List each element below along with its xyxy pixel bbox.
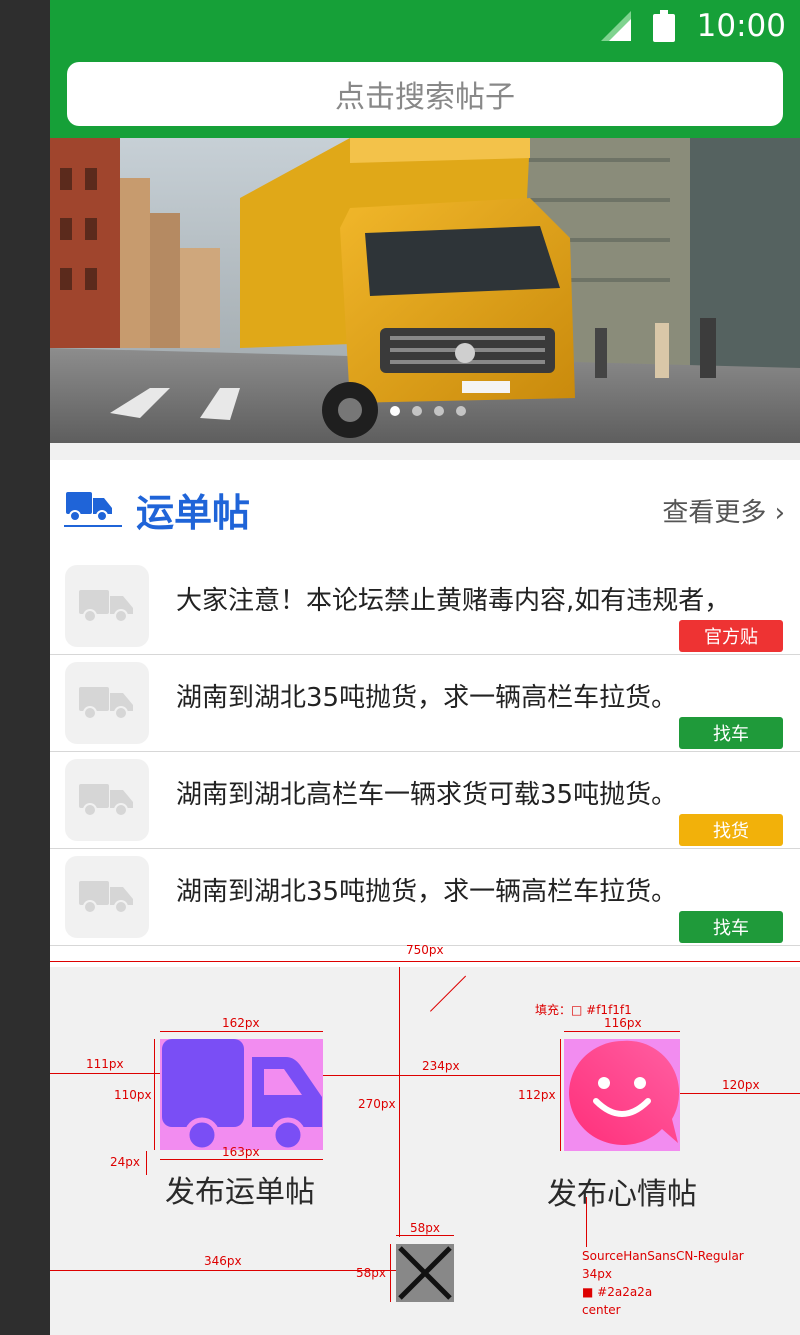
dim-h112: 112px: [518, 1088, 556, 1102]
dim-line: [560, 1039, 561, 1151]
banner-dot[interactable]: [434, 406, 444, 416]
header: 10:00 点击搜索帖子: [50, 0, 800, 138]
post-title: 湖南到湖北高栏车一辆求货可载35吨抛货。: [176, 780, 678, 810]
post-title: 大家注意！本论坛禁止黄赌毒内容,如有违规者，: [176, 586, 731, 616]
publish-truck-button[interactable]: [160, 1039, 323, 1153]
left-gutter: [0, 0, 50, 1335]
dim-line: [399, 967, 400, 1237]
post-tag: 官方贴: [679, 620, 783, 652]
dim-h58: 58px: [356, 1266, 386, 1280]
search-input[interactable]: 点击搜索帖子: [67, 62, 783, 126]
banner-dots: [390, 406, 466, 416]
post-title: 湖南到湖北35吨抛货，求一辆高栏车拉货。: [176, 877, 678, 907]
dim-line: [160, 1031, 323, 1032]
dim-right120: 120px: [722, 1078, 760, 1092]
section-divider: [50, 443, 800, 460]
truck-placeholder-icon: [79, 687, 133, 720]
battery-icon: [652, 10, 675, 42]
post-thumbnail: [65, 856, 149, 938]
post-thumbnail: [65, 565, 149, 647]
section-title: 运单帖: [136, 491, 251, 535]
post-tag: 找货: [679, 814, 783, 846]
publish-mood-label: 发布心情帖: [547, 1177, 697, 1212]
list-item[interactable]: 湖南到湖北高栏车一辆求货可载35吨抛货。 找货: [50, 752, 800, 849]
truck-icon: [64, 492, 122, 527]
post-list: 大家注意！本论坛禁止黄赌毒内容,如有违规者， 官方贴 湖南到湖北35吨抛货，求一…: [50, 558, 800, 946]
truck-placeholder-icon: [79, 784, 133, 817]
see-more-label: 查看更多: [662, 498, 767, 528]
font-spec-line: ■ #2a2a2a: [582, 1285, 653, 1299]
dim-left111: 111px: [86, 1057, 124, 1071]
dim-w116: 116px: [604, 1016, 642, 1030]
post-thumbnail: [65, 759, 149, 841]
see-more-link[interactable]: 查看更多 ›: [662, 492, 785, 529]
dim-h24: 24px: [110, 1155, 140, 1169]
dim-width-total: 750px: [406, 943, 444, 957]
truck-placeholder-icon: [79, 881, 133, 914]
font-spec-line: 34px: [582, 1267, 612, 1281]
truck-icon: [162, 1039, 322, 1153]
dim-h110: 110px: [114, 1088, 152, 1102]
chevron-right-icon: ›: [766, 498, 785, 528]
banner-dot[interactable]: [390, 406, 400, 416]
truck-banner-image: [50, 138, 800, 443]
publish-truck-label: 发布运单帖: [165, 1175, 315, 1210]
section-header: 运单帖 查看更多 ›: [50, 460, 800, 558]
dim-w162: 162px: [222, 1016, 260, 1030]
phone-screen: 10:00 点击搜索帖子 运单帖 查看更多 › 大家注意！本论坛禁止黄赌毒内容,…: [50, 0, 800, 1335]
dim-line: [50, 961, 800, 962]
font-spec-line: center: [582, 1303, 621, 1317]
dim-line: [564, 1031, 680, 1032]
post-tag: 找车: [679, 717, 783, 749]
dim-line: [50, 1270, 396, 1271]
list-item[interactable]: 湖南到湖北35吨抛货，求一辆高栏车拉货。 找车: [50, 655, 800, 752]
smile-chat-icon: [569, 1040, 680, 1145]
banner-dot[interactable]: [412, 406, 422, 416]
dim-line: [160, 1159, 323, 1160]
close-icon: [398, 1246, 452, 1300]
dim-line: [390, 1244, 391, 1302]
font-spec-line: SourceHanSansCN-Regular: [582, 1249, 744, 1263]
close-button[interactable]: [396, 1244, 454, 1302]
dim-w163: 163px: [222, 1145, 260, 1159]
banner-carousel[interactable]: [50, 138, 800, 443]
post-thumbnail: [65, 662, 149, 744]
dim-line: [430, 975, 467, 1012]
signal-icon: [600, 11, 631, 41]
status-bar: 10:00: [600, 6, 786, 46]
banner-dot[interactable]: [456, 406, 466, 416]
dim-line: [50, 1073, 160, 1074]
list-item[interactable]: 大家注意！本论坛禁止黄赌毒内容,如有违规者， 官方贴: [50, 558, 800, 655]
font-spec: SourceHanSansCN-Regular 34px ■ #2a2a2a c…: [582, 1247, 744, 1319]
list-item[interactable]: 湖南到湖北35吨抛货，求一辆高栏车拉货。 找车: [50, 849, 800, 946]
status-time: 10:00: [696, 8, 786, 44]
post-tag: 找车: [679, 911, 783, 943]
dim-w58: 58px: [410, 1221, 440, 1235]
dim-gap234: 234px: [422, 1059, 460, 1073]
dim-h270: 270px: [358, 1097, 396, 1111]
dim-line: [154, 1039, 155, 1150]
dim-left346: 346px: [204, 1254, 242, 1268]
dim-line: [323, 1075, 561, 1076]
dim-line: [586, 1197, 587, 1247]
publish-overlay: 750px 270px 填充：□ #f1f1f1 162px 111px 110…: [50, 943, 800, 1335]
truck-placeholder-icon: [79, 590, 133, 623]
publish-mood-button[interactable]: [564, 1039, 680, 1151]
search-placeholder: 点击搜索帖子: [335, 80, 515, 115]
dim-line: [396, 1235, 454, 1236]
post-title: 湖南到湖北35吨抛货，求一辆高栏车拉货。: [176, 683, 678, 713]
dim-line: [680, 1093, 800, 1094]
